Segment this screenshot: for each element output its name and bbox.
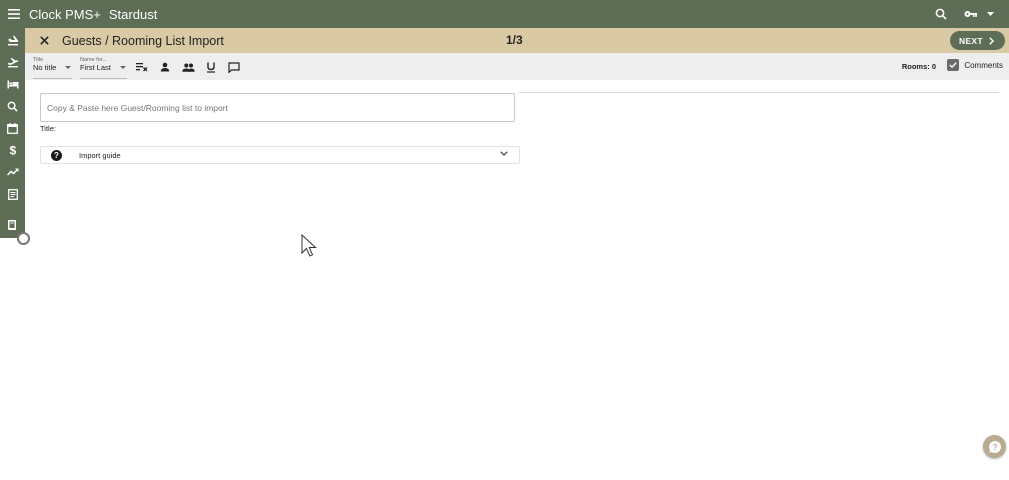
mouse-cursor-icon [301, 234, 317, 257]
chevron-right-icon [989, 36, 994, 45]
comments-label: Comments [964, 60, 1003, 70]
toolbar: Title No title Name for... First Last Ro… [25, 53, 1009, 80]
search-icon[interactable] [927, 0, 955, 28]
rooms-count: Rooms: 0 [901, 62, 936, 71]
key-icon[interactable] [957, 0, 983, 28]
import-guide-panel[interactable]: ? Import guide [40, 146, 520, 164]
step-indicator: 1/3 [506, 33, 523, 47]
check-icon [949, 62, 958, 68]
sidebar: $ [0, 28, 30, 245]
property-name: Stardust [108, 6, 158, 22]
search-icon[interactable] [0, 95, 25, 117]
page-title: Guests / Rooming List Import [62, 33, 224, 48]
rooming-list-paste-input[interactable]: Copy & Paste here Guest/Rooming list to … [40, 93, 515, 122]
group-icon[interactable] [181, 60, 195, 74]
help-icon: ? [988, 440, 1001, 453]
comments-toggle[interactable]: Comments [947, 59, 1003, 71]
help-chat-button[interactable]: ? [983, 435, 1006, 458]
caret-down-icon[interactable] [983, 0, 997, 28]
top-app-bar: Clock PMS+ Stardust [0, 0, 1009, 28]
arrival-icon[interactable] [0, 29, 25, 51]
dollar-icon[interactable]: $ [0, 139, 25, 161]
name-for-select[interactable]: Name for... First Last [80, 57, 127, 79]
receipt-icon[interactable] [0, 183, 25, 205]
help-icon: ? [51, 149, 62, 161]
next-button[interactable]: NEXT [950, 31, 1005, 50]
clear-format-icon[interactable] [135, 60, 149, 74]
sidebar-resize-handle[interactable] [17, 232, 30, 245]
dialog-header: Guests / Rooming List Import 1/3 NEXT [25, 28, 1009, 53]
bed-icon[interactable] [0, 73, 25, 95]
divider [519, 92, 999, 93]
calendar-icon[interactable] [0, 117, 25, 139]
title-select[interactable]: Title No title [33, 57, 72, 79]
caret-down-icon [120, 66, 126, 69]
chevron-down-icon [500, 151, 508, 156]
title-label: Title: [40, 124, 56, 133]
paste-placeholder: Copy & Paste here Guest/Rooming list to … [47, 102, 228, 113]
import-guide-label: Import guide [79, 150, 121, 160]
next-button-label: NEXT [959, 35, 983, 46]
close-icon[interactable] [25, 28, 63, 53]
comments-checkbox[interactable] [947, 59, 960, 71]
app-name: Clock PMS+ [29, 6, 101, 22]
underline-icon[interactable] [204, 60, 218, 74]
trending-icon[interactable] [0, 161, 25, 183]
caret-down-icon [65, 66, 71, 69]
departure-icon[interactable] [0, 51, 25, 73]
person-icon[interactable] [158, 60, 172, 74]
menu-icon[interactable] [1, 0, 27, 28]
svg-text:?: ? [992, 443, 997, 452]
svg-text:$: $ [9, 144, 16, 156]
comment-icon[interactable] [227, 60, 241, 74]
